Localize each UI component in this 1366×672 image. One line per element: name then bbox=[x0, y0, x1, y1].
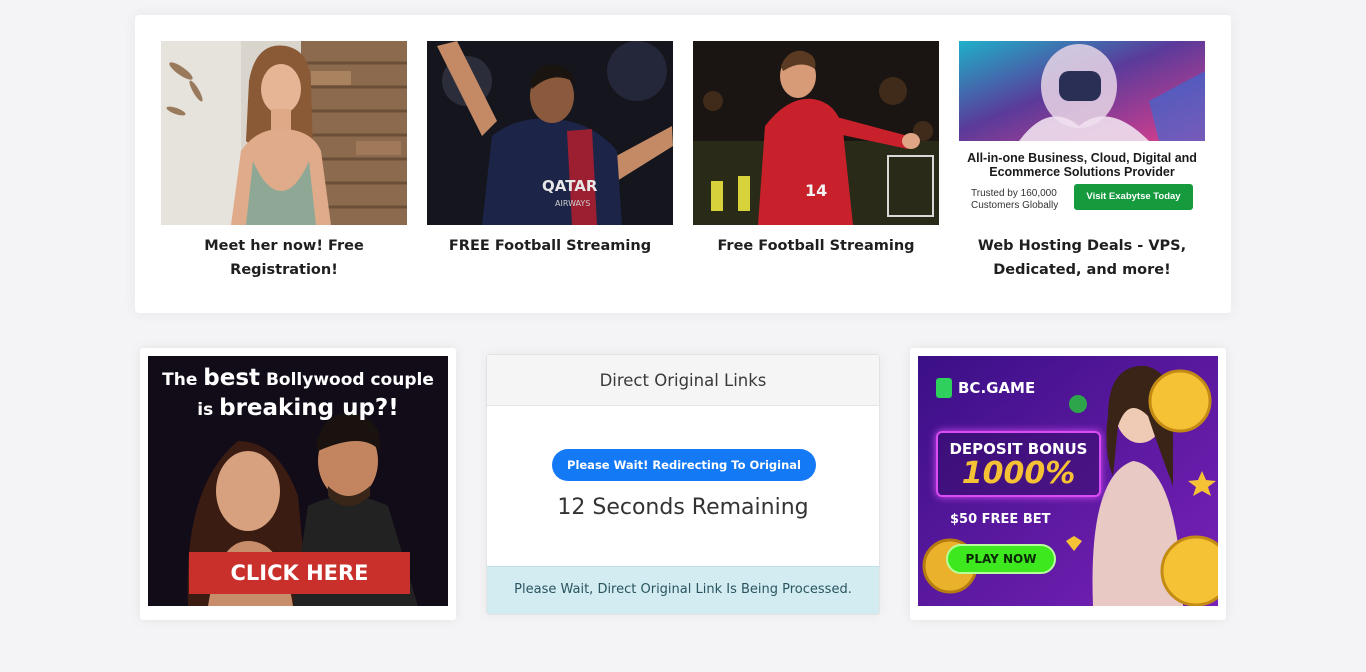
woman-photo-image bbox=[161, 41, 407, 225]
ad-thumbnail-woman[interactable] bbox=[161, 41, 407, 225]
ad-title[interactable]: Free Football Streaming bbox=[693, 234, 939, 258]
ad-card-football-streaming[interactable]: QATAR AIRWAYS FREE Football Streaming bbox=[427, 41, 673, 258]
bc-game-logo: BC.GAME bbox=[936, 378, 1035, 398]
deposit-bonus-box: DEPOSIT BONUS 1000% bbox=[936, 431, 1101, 497]
jersey-sponsor-text: QATAR bbox=[542, 177, 598, 195]
sponsored-ads-strip: Meet her now! Free Registration! QATAR A… bbox=[135, 15, 1231, 313]
jersey-number-text: 14 bbox=[805, 181, 827, 200]
astronaut-image bbox=[959, 41, 1205, 141]
deposit-bonus-value: 1000% bbox=[961, 456, 1076, 491]
ad-thumbnail-football-player[interactable]: QATAR AIRWAYS bbox=[427, 41, 673, 225]
hosting-headline: All-in-one Business, Cloud, Digital and … bbox=[967, 151, 1197, 179]
ad-thumbnail-hosting-banner[interactable]: All-in-one Business, Cloud, Digital and … bbox=[959, 41, 1205, 225]
countdown-timer: 12 Seconds Remaining bbox=[557, 495, 809, 520]
hosting-trust-line1: Trusted by 160,000 bbox=[971, 188, 1057, 199]
ad-title[interactable]: Web Hosting Deals - VPS, Dedicated, and … bbox=[959, 234, 1205, 282]
bc-logo-icon bbox=[936, 378, 952, 398]
ad-card-web-hosting[interactable]: All-in-one Business, Cloud, Digital and … bbox=[959, 41, 1205, 282]
play-now-button[interactable]: PLAY NOW bbox=[946, 544, 1056, 574]
free-bet-text: $50 FREE BET bbox=[950, 512, 1051, 527]
football-player-red-photo-image: 14 bbox=[693, 41, 939, 225]
processing-alert: Please Wait, Direct Original Link Is Bei… bbox=[487, 566, 879, 614]
click-here-button[interactable]: CLICK HERE bbox=[189, 552, 410, 594]
ad-title[interactable]: Meet her now! Free Registration! bbox=[161, 234, 407, 282]
ad-thumbnail-football-player-red[interactable]: 14 bbox=[693, 41, 939, 225]
ad-card-registration[interactable]: Meet her now! Free Registration! bbox=[161, 41, 407, 282]
banner-headline-line2: is breaking up?! bbox=[197, 395, 399, 421]
visit-exabytes-button[interactable]: Visit Exabytse Today bbox=[1074, 184, 1193, 210]
jersey-sponsor-subtext: AIRWAYS bbox=[555, 199, 590, 208]
redirecting-button[interactable]: Please Wait! Redirecting To Original Lin… bbox=[552, 449, 816, 504]
football-player-photo-image: QATAR AIRWAYS bbox=[427, 41, 673, 225]
ad-title[interactable]: FREE Football Streaming bbox=[427, 234, 673, 258]
direct-links-panel: Direct Original Links Please Wait! Redir… bbox=[486, 354, 880, 615]
panel-header: Direct Original Links bbox=[487, 355, 879, 406]
banner-headline-line1: The best Bollywood couple bbox=[162, 365, 434, 391]
bollywood-ad-banner[interactable]: The best Bollywood couple is breaking up… bbox=[140, 348, 456, 620]
hosting-trust-line2: Customers Globally bbox=[971, 200, 1059, 211]
ad-card-football-streaming-2[interactable]: 14 Free Football Streaming bbox=[693, 41, 939, 258]
bc-game-ad-banner[interactable]: BC.GAME DEPOSIT BONUS 1000% $50 FREE BET… bbox=[910, 348, 1226, 620]
